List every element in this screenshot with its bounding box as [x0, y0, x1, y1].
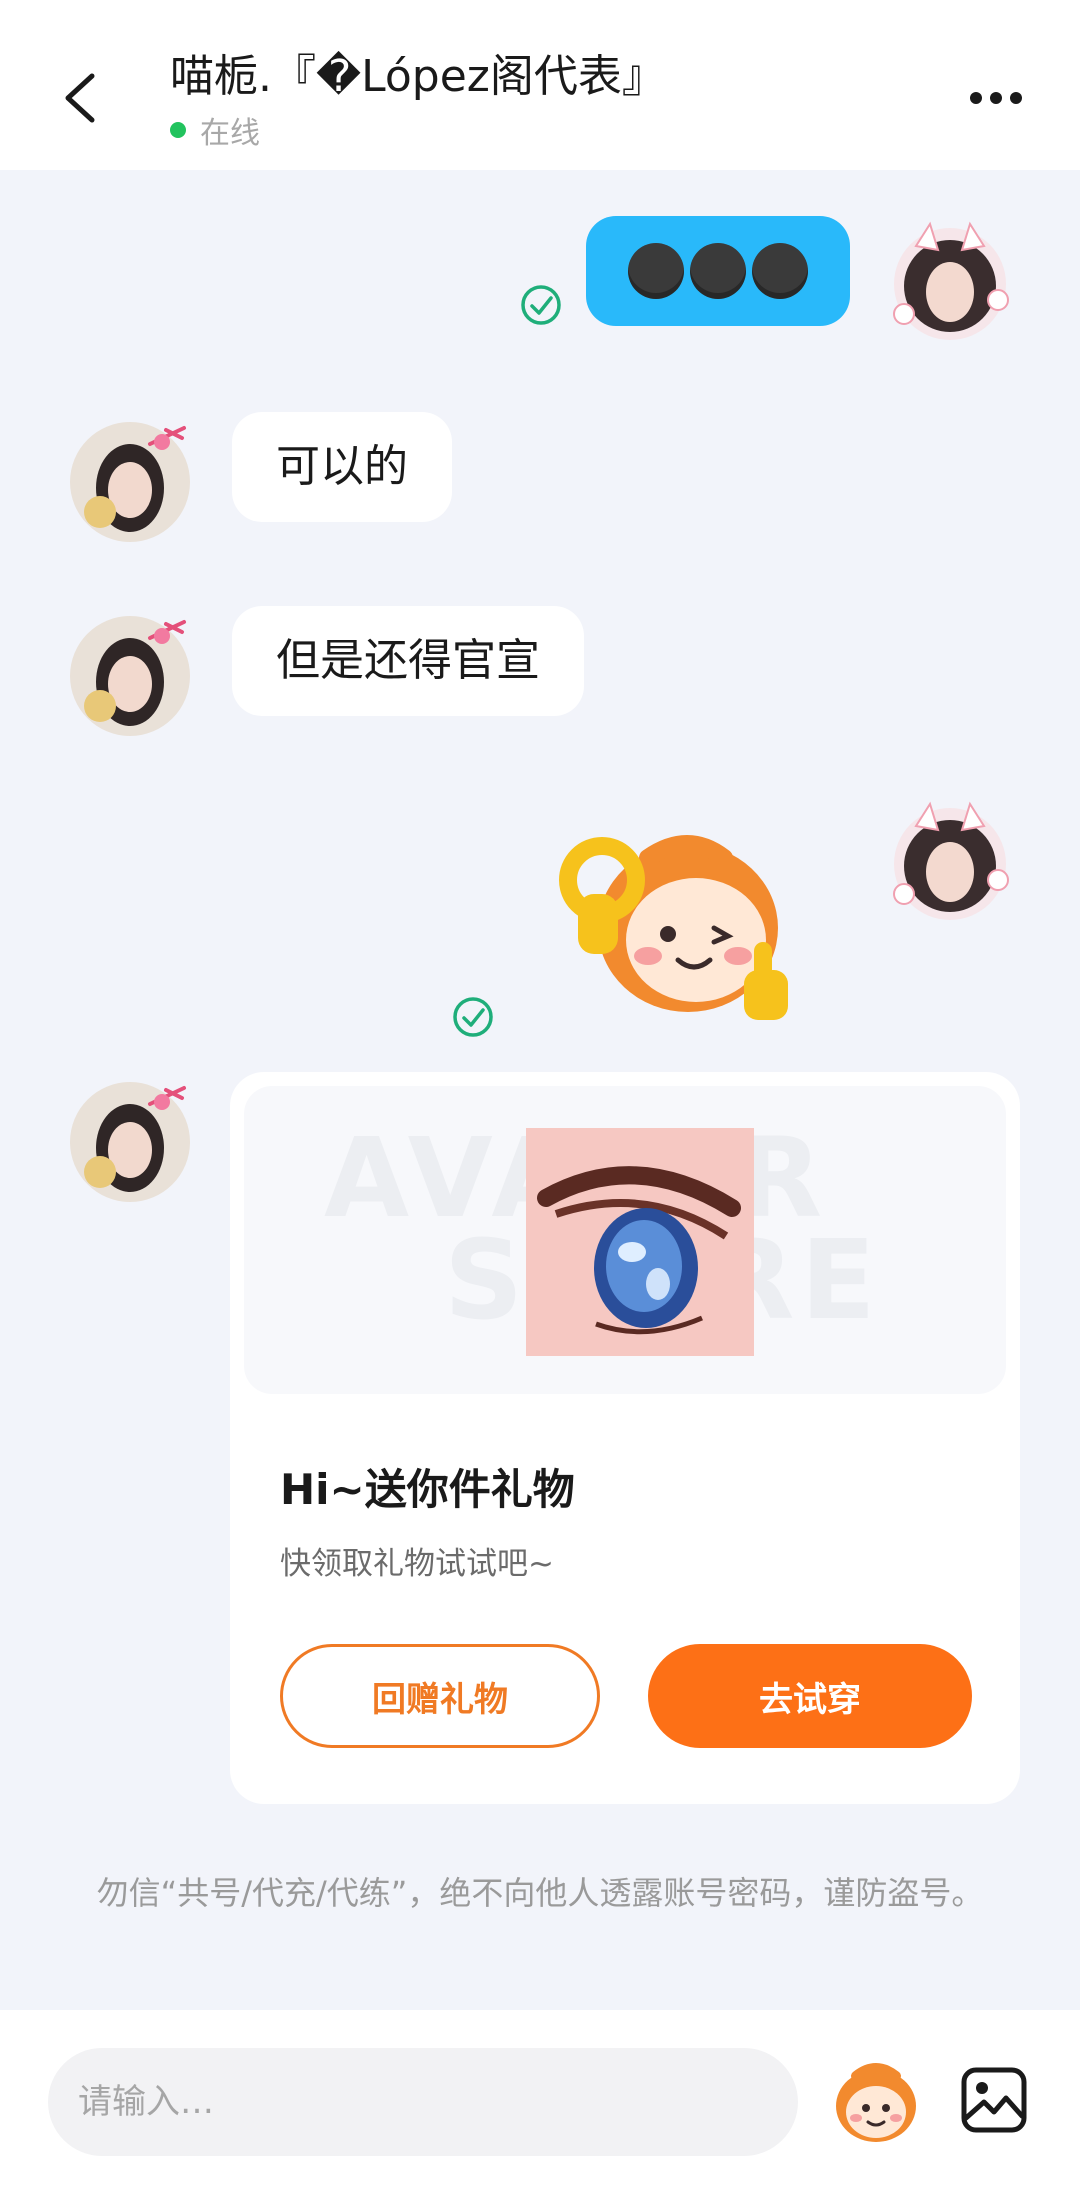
contact-avatar[interactable]	[66, 1078, 194, 1206]
ok-hand-monkey-sticker[interactable]	[548, 810, 808, 1030]
smirk-face-emoji	[690, 243, 746, 299]
more-button[interactable]	[968, 88, 1024, 108]
gift-preview: AVATAR STORE	[244, 1086, 1006, 1394]
gift-item-image[interactable]	[526, 1128, 754, 1356]
image-button[interactable]	[960, 2066, 1028, 2134]
chat-screen: 喵栀.『�López阁代表』 在线 可以的 但是还得官宣 Hi~送你件礼物 快领…	[0, 0, 1080, 2193]
contact-avatar[interactable]	[66, 418, 194, 546]
sticker-button[interactable]	[830, 2060, 922, 2144]
online-status-label: 在线	[200, 116, 260, 151]
sticker-icon	[836, 2063, 916, 2142]
message-bubble-contact[interactable]: 但是还得官宣	[232, 606, 584, 716]
online-dot-icon	[170, 122, 186, 138]
online-status: 在线	[170, 108, 260, 152]
smirk-face-emoji	[752, 243, 808, 299]
read-check-icon	[520, 284, 562, 326]
self-avatar[interactable]	[886, 216, 1014, 344]
gift-subtitle: 快领取礼物试试吧~	[280, 1546, 554, 1582]
try-on-button[interactable]: 去试穿	[648, 1644, 972, 1748]
read-check-icon	[452, 996, 494, 1038]
contact-avatar[interactable]	[66, 612, 194, 740]
message-list[interactable]: 可以的 但是还得官宣 Hi~送你件礼物 快领取礼物试试吧~ 回赠礼物 去试穿 勿…	[0, 170, 1080, 2010]
return-gift-button[interactable]: 回赠礼物	[280, 1644, 600, 1748]
gift-title: Hi~送你件礼物	[280, 1465, 575, 1514]
chat-header: 喵栀.『�López阁代表』 在线	[0, 0, 1080, 170]
chat-title: 喵栀.『�López阁代表』	[170, 51, 666, 102]
back-button[interactable]	[56, 70, 106, 126]
gift-card[interactable]: AVATAR STORE Hi~送你件礼物 快领取礼物试试	[230, 1072, 1020, 1804]
message-bubble-self[interactable]	[586, 216, 850, 326]
input-bar	[0, 2010, 1080, 2193]
message-input[interactable]	[48, 2048, 798, 2156]
safety-notice: 勿信“共号/代充/代练”，绝不向他人透露账号密码，谨防盗号。	[96, 1874, 984, 1912]
image-icon	[961, 2067, 1027, 2133]
self-avatar[interactable]	[886, 796, 1014, 924]
message-bubble-contact[interactable]: 可以的	[232, 412, 452, 522]
smirk-face-emoji	[628, 243, 684, 299]
more-dots-icon	[970, 92, 1022, 104]
back-arrow-icon	[65, 73, 95, 123]
